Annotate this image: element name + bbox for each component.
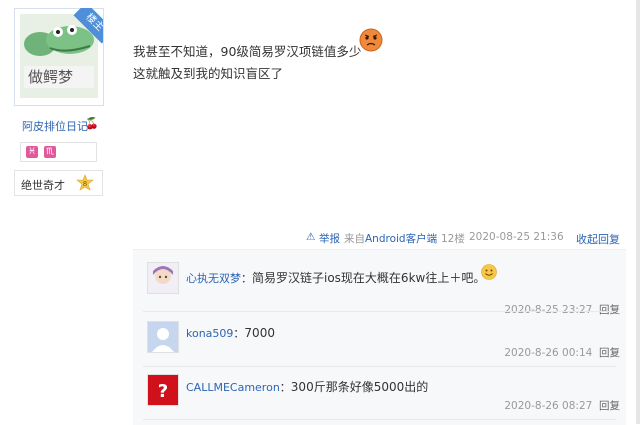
reply-text: 简易罗汉链子ios现在大概在6kw往上＋吧。 [252,271,486,285]
reply-button[interactable]: 回复 [599,347,620,359]
reply-username[interactable]: 心执无双梦：简易罗汉链子ios现在大概在6kw往上＋吧。 [186,269,485,286]
zodiac-badges: ♓ ♏ [20,142,97,162]
avatar-image: 做鳄梦 [20,14,98,98]
reply-username[interactable]: CALLMECameron：300斤那条好像5000出的 [186,378,428,395]
reply-username[interactable]: kona509：7000 [186,325,275,341]
reply-button[interactable]: 回复 [599,400,620,412]
author-name[interactable]: 阿皮排位日记 [22,118,88,134]
default-user-icon [148,322,178,352]
level-box[interactable]: 绝世奇才 8 [14,170,103,196]
crocodile-avatar-icon: 做鳄梦 [20,14,98,98]
level-name: 绝世奇才 [21,179,65,192]
avatar-caption: 做鳄梦 [28,68,73,86]
pisces-icon: ♓ [26,146,38,158]
report-icon[interactable]: ⚠ [306,231,315,243]
reply-divider [143,419,616,420]
reply-avatar[interactable]: ? [147,374,179,406]
post-source: 来自Android客户端 [344,233,438,245]
reply-meta: 2020-8-26 08:27 回复 [504,400,620,412]
smile-icon [481,264,497,280]
reply-text: 7000 [244,326,275,340]
anime-avatar-icon [148,263,178,293]
reply-meta: 2020-8-25 23:27 回复 [504,304,620,316]
angry-face-icon [359,28,383,52]
scorpio-icon: ♏ [44,146,56,158]
post-line-2: 这就触及到我的知识盲区了 [133,66,284,81]
post-line-1: 我甚至不知道，90级简易罗汉项链值多少 [133,44,362,59]
post-time: 2020-08-25 21:36 [469,231,564,243]
svg-text:8: 8 [83,180,87,188]
reply-divider [143,366,616,367]
author-avatar[interactable]: 做鳄梦 [14,8,104,106]
question-mark-icon: ? [148,375,178,405]
report-link[interactable]: 举报 [319,231,340,246]
floor-number: 12楼 [441,233,465,245]
scrollbar[interactable] [636,0,640,424]
collapse-replies-button[interactable]: 收起回复 [576,231,620,247]
reply-divider [143,311,616,312]
cherry-icon: 🍒 [85,117,99,130]
reply-meta: 2020-8-26 00:14 回复 [504,347,620,359]
reply-avatar[interactable] [147,321,179,353]
reply-list: 心执无双梦：简易罗汉链子ios现在大概在6kw往上＋吧。 2020-8-25 2… [133,249,626,425]
level-badge-icon: 8 [76,174,94,191]
author-sidebar: 做鳄梦 楼主 阿皮排位日记 🍒 ♓ ♏ 绝世奇才 8 [0,0,114,424]
reply-button[interactable]: 回复 [599,304,620,316]
reply-text: 300斤那条好像5000出的 [290,380,429,394]
reply-avatar[interactable] [147,262,179,294]
svg-text:?: ? [158,381,168,402]
